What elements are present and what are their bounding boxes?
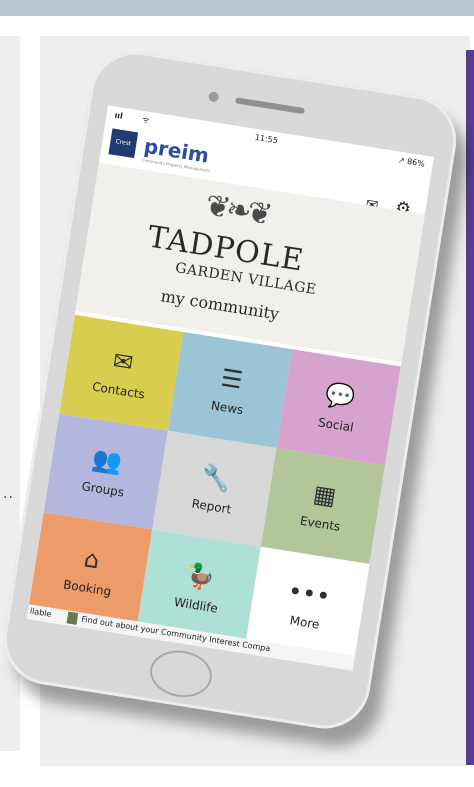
- tile-label: More: [288, 613, 321, 632]
- dots-icon: •••: [285, 576, 333, 612]
- wrench-icon: 🔧: [199, 461, 234, 495]
- hero-tagline: my community: [159, 286, 281, 324]
- tile-report[interactable]: 🔧 Report: [152, 430, 277, 547]
- ticker-prev-text: ilable: [29, 606, 52, 619]
- tile-label: Booking: [62, 577, 113, 599]
- crest-logo: Crest: [108, 128, 139, 159]
- home-icon: ⌂: [82, 544, 102, 575]
- top-bar: [0, 0, 474, 16]
- tile-label: Events: [299, 513, 342, 534]
- signal-icon: ııl: [113, 110, 124, 121]
- tile-grid: ✉ Contacts ☰ News 💬 Social 👥 Groups 🔧 Re…: [27, 314, 401, 663]
- tile-news[interactable]: ☰ News: [167, 332, 293, 448]
- tile-contacts[interactable]: ✉ Contacts: [59, 314, 184, 431]
- tile-social[interactable]: 💬 Social: [276, 349, 401, 466]
- tile-label: Wildlife: [172, 594, 219, 616]
- left-dots: ..: [3, 486, 14, 502]
- wifi-icon: ᯤ: [141, 114, 151, 126]
- tile-label: Contacts: [91, 379, 146, 402]
- purple-panel: [466, 50, 474, 765]
- tile-label: Groups: [80, 479, 126, 500]
- tile-groups[interactable]: 👥 Groups: [43, 413, 168, 530]
- people-icon: 👥: [90, 444, 125, 477]
- calendar-icon: ▦: [311, 479, 339, 511]
- leaves-icon: ❦❧❦: [202, 188, 271, 233]
- tile-label: News: [210, 398, 245, 418]
- tile-events[interactable]: ▦ Events: [260, 447, 386, 564]
- battery-indicator: ↗ 86%: [397, 155, 426, 169]
- tile-label: Report: [190, 496, 233, 517]
- list-icon: ☰: [218, 363, 245, 395]
- chat-icon: 💬: [323, 380, 358, 413]
- envelope-icon: ✉: [110, 346, 136, 378]
- tile-label: Social: [317, 415, 355, 435]
- duck-icon: 🦆: [183, 560, 218, 593]
- ticker-thumbnail: [66, 611, 79, 625]
- status-time: 11:55: [254, 132, 279, 146]
